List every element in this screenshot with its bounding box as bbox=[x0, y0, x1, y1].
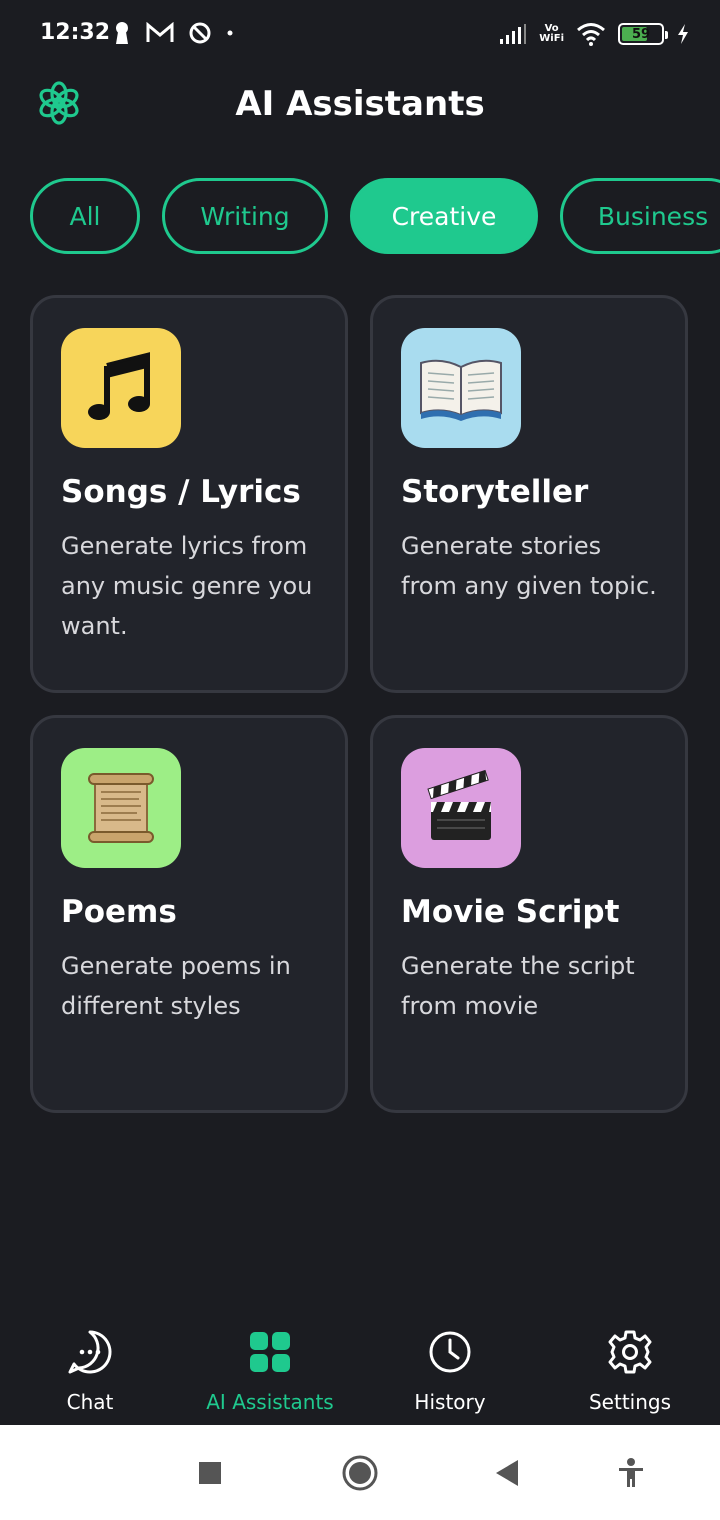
nav-chat[interactable]: Chat bbox=[0, 1310, 180, 1425]
card-title: Songs / Lyrics bbox=[61, 474, 301, 510]
square-icon bbox=[199, 1462, 221, 1484]
nav-label: AI Assistants bbox=[206, 1390, 334, 1414]
nav-label: Settings bbox=[588, 1390, 672, 1414]
status-time: 12:32 bbox=[40, 20, 111, 45]
bottom-nav: Chat AI Assistants History Settings bbox=[0, 1310, 720, 1425]
assistant-card-movie-script[interactable]: Movie Script Generate the script from mo… bbox=[370, 715, 688, 1113]
card-title: Poems bbox=[61, 894, 177, 930]
card-description: Generate the script from movie bbox=[401, 952, 635, 1020]
back-triangle-icon bbox=[496, 1460, 518, 1486]
open-book-icon bbox=[401, 328, 521, 448]
clock-icon bbox=[429, 1331, 471, 1373]
music-notes-icon bbox=[61, 328, 181, 448]
card-description: Generate lyrics from any music genre you… bbox=[61, 532, 313, 640]
status-bar: 12:32 Vo WiFi 59 bbox=[0, 0, 720, 70]
home-button[interactable] bbox=[340, 1453, 380, 1493]
card-title: Movie Script bbox=[401, 894, 620, 930]
dot-icon bbox=[227, 30, 233, 36]
grid-icon bbox=[250, 1332, 290, 1372]
scroll-icon bbox=[61, 748, 181, 868]
gmail-icon bbox=[146, 22, 174, 42]
system-nav-bar bbox=[0, 1425, 720, 1520]
assistant-grid: Songs / Lyrics Generate lyrics from any … bbox=[30, 295, 690, 1113]
tab-creative[interactable]: Creative bbox=[350, 178, 538, 254]
battery-indicator: 59 bbox=[618, 23, 668, 45]
charging-icon bbox=[678, 24, 688, 44]
tab-business[interactable]: Business bbox=[560, 178, 720, 254]
gear-icon bbox=[608, 1330, 652, 1374]
assistant-card-poems[interactable]: Poems Generate poems in different styles bbox=[30, 715, 348, 1113]
category-tabs: All Writing Creative Business bbox=[30, 178, 720, 256]
tab-all[interactable]: All bbox=[30, 178, 140, 254]
app-header: AI Assistants bbox=[0, 70, 720, 150]
wifi-icon bbox=[577, 23, 605, 46]
nav-label: History bbox=[414, 1390, 486, 1414]
nav-ai-assistants[interactable]: AI Assistants bbox=[180, 1310, 360, 1425]
nav-label: Chat bbox=[66, 1390, 114, 1414]
battery-level: 59 bbox=[631, 26, 651, 42]
data-saver-icon bbox=[189, 22, 211, 44]
keyhole-icon bbox=[116, 22, 128, 44]
back-button[interactable] bbox=[486, 1453, 526, 1493]
card-title: Storyteller bbox=[401, 474, 589, 510]
clapperboard-icon bbox=[401, 748, 521, 868]
accessibility-icon bbox=[619, 1458, 643, 1487]
accessibility-button[interactable] bbox=[611, 1453, 651, 1493]
signal-icon bbox=[500, 24, 527, 44]
notification-icons bbox=[112, 20, 234, 46]
recent-apps-button[interactable] bbox=[190, 1453, 230, 1493]
chat-bubble-icon bbox=[68, 1330, 112, 1374]
card-description: Generate poems in different styles bbox=[61, 952, 291, 1020]
card-description: Generate stories from any given topic. bbox=[401, 532, 657, 600]
vowifi-label: Vo WiFi bbox=[539, 23, 564, 44]
assistant-card-songs-lyrics[interactable]: Songs / Lyrics Generate lyrics from any … bbox=[30, 295, 348, 693]
circle-icon bbox=[342, 1455, 378, 1491]
tab-writing[interactable]: Writing bbox=[162, 178, 328, 254]
assistant-card-storyteller[interactable]: Storyteller Generate stories from any gi… bbox=[370, 295, 688, 693]
page-title: AI Assistants bbox=[235, 84, 485, 124]
nav-history[interactable]: History bbox=[360, 1310, 540, 1425]
nav-settings[interactable]: Settings bbox=[540, 1310, 720, 1425]
